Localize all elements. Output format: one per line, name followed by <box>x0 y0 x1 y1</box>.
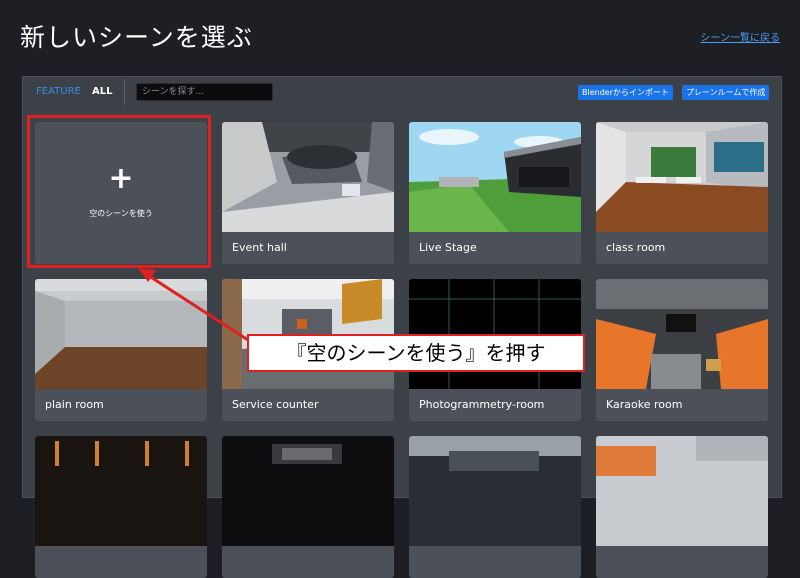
scene-card[interactable] <box>596 436 768 578</box>
scene-thumbnail <box>222 122 394 232</box>
scene-card[interactable] <box>35 436 207 578</box>
highlight-box <box>27 115 211 268</box>
scene-label: Live Stage <box>419 241 477 254</box>
back-to-scene-list-link[interactable]: シーン一覧に戻る <box>701 29 781 44</box>
scene-thumbnail <box>596 279 768 389</box>
scene-label: Karaoke room <box>606 398 683 411</box>
scene-card-live-stage[interactable]: Live Stage <box>409 122 581 264</box>
scene-thumbnail <box>409 122 581 232</box>
scene-label: Photogrammetry-room <box>419 398 545 411</box>
scene-search-input[interactable] <box>136 83 273 101</box>
scene-card[interactable] <box>222 436 394 578</box>
scene-card-event-hall[interactable]: Event hall <box>222 122 394 264</box>
scene-card-class-room[interactable]: class room <box>596 122 768 264</box>
scene-label: plain room <box>45 398 104 411</box>
tab-feature[interactable]: FEATURE <box>36 86 81 97</box>
tab-all[interactable]: ALL <box>92 86 112 97</box>
scene-label: class room <box>606 241 666 254</box>
scene-thumbnail <box>35 436 207 546</box>
page-title: 新しいシーンを選ぶ <box>20 23 253 52</box>
toolbar: FEATURE ALL Blenderからインポート プレーンルームで作成 <box>23 77 781 107</box>
scene-thumbnail <box>596 122 768 232</box>
scene-label: Service counter <box>232 398 319 411</box>
create-plain-room-button[interactable]: プレーンルームで作成 <box>682 85 770 100</box>
import-from-blender-button[interactable]: Blenderからインポート <box>578 85 673 100</box>
scene-card-karaoke-room[interactable]: Karaoke room <box>596 279 768 421</box>
scene-card-plain-room[interactable]: plain room <box>35 279 207 421</box>
scene-thumbnail <box>35 279 207 389</box>
scene-thumbnail <box>409 436 581 546</box>
scene-thumbnail <box>596 436 768 546</box>
scene-card[interactable] <box>409 436 581 578</box>
divider <box>124 79 125 105</box>
annotation-callout: 『空のシーンを使う』を押す <box>247 334 585 372</box>
scene-label: Event hall <box>232 241 287 254</box>
scene-thumbnail <box>222 436 394 546</box>
